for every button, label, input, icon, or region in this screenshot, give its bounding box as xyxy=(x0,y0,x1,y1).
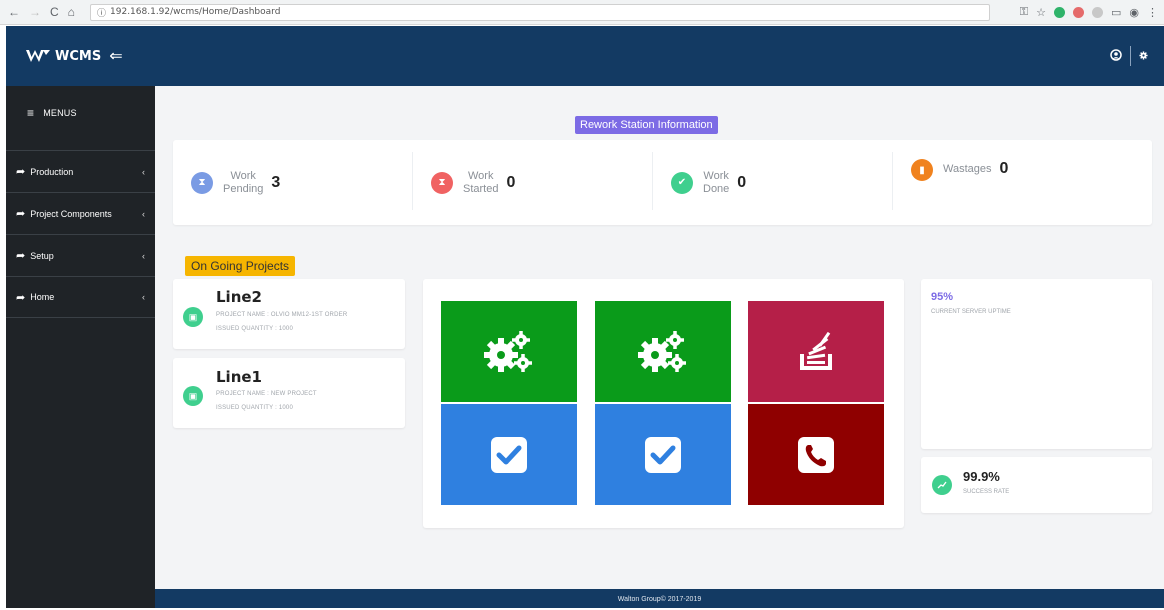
tile-phone[interactable] xyxy=(748,404,884,505)
app-logo[interactable]: WCMS xyxy=(26,49,101,64)
gears-icon xyxy=(638,330,686,372)
server-uptime-card: 95% CURRENT SERVER UPTIME xyxy=(921,279,1152,449)
stat-value: 0 xyxy=(737,173,747,191)
checkbox-icon xyxy=(645,436,681,473)
menus-header: ≡ MENUS xyxy=(6,86,155,140)
header-actions xyxy=(1110,46,1148,66)
rework-stats-panel: ⧗ Work Pending 3 ⧗ Work Started 0 ✔ Work Do… xyxy=(173,140,1152,225)
gears-icon xyxy=(484,330,532,372)
app-header: WCMS ⇐ xyxy=(6,26,1164,86)
stat-label: Work Done xyxy=(703,169,730,195)
uptime-label: CURRENT SERVER UPTIME xyxy=(931,309,1011,315)
project-line-name: Line1 xyxy=(216,368,262,386)
account-icon[interactable]: ◉ xyxy=(1129,6,1139,19)
menus-label: MENUS xyxy=(43,108,77,118)
chevron-left-icon: ‹ xyxy=(142,292,145,302)
project-card-line2[interactable]: ▣ Line2 PROJECT NAME : OLVIO MM12-1ST OR… xyxy=(173,279,405,349)
phone-icon xyxy=(798,436,834,473)
key-icon[interactable]: ⚿ xyxy=(1020,6,1028,19)
tile-stack[interactable] xyxy=(748,301,884,402)
check-icon: ✔ xyxy=(671,171,693,194)
forward-icon[interactable]: → xyxy=(29,5,41,19)
more-icon[interactable]: ⋮ xyxy=(1147,6,1158,19)
extension-icon[interactable] xyxy=(1091,6,1103,18)
stat-work-done: ✔ Work Done 0 xyxy=(653,140,893,225)
share-arrow-icon: ➦ xyxy=(16,166,26,178)
success-value: 99.9% xyxy=(963,469,1000,484)
issued-quantity-text: ISSUED QUANTITY : 1000 xyxy=(216,405,293,411)
tile-check-1[interactable] xyxy=(441,404,577,505)
extension-icon[interactable] xyxy=(1072,6,1084,18)
stack-icon xyxy=(800,331,832,370)
tile-check-2[interactable] xyxy=(595,404,731,505)
address-bar[interactable]: ⓘ 192.168.1.92/wcms/Home/Dashboard xyxy=(90,3,990,21)
share-arrow-icon: ➦ xyxy=(16,250,26,262)
share-arrow-icon: ➦ xyxy=(16,208,26,220)
stat-work-pending: ⧗ Work Pending 3 xyxy=(173,140,413,225)
stat-work-started: ⧗ Work Started 0 xyxy=(413,140,653,225)
project-line-name: Line2 xyxy=(216,288,262,306)
reload-icon[interactable]: C xyxy=(50,5,59,19)
tile-gears-2[interactable] xyxy=(595,301,731,402)
stat-value: 0 xyxy=(506,173,516,191)
project-card-line1[interactable]: ▣ Line1 PROJECT NAME : NEW PROJECT ISSUE… xyxy=(173,358,405,428)
uptime-value: 95% xyxy=(931,291,954,303)
ongoing-projects-title: On Going Projects xyxy=(185,256,296,276)
stat-label: Work Pending xyxy=(223,169,264,195)
gear-icon[interactable] xyxy=(1139,49,1148,63)
url-text: 192.168.1.92/wcms/Home/Dashboard xyxy=(110,7,281,17)
walton-logo-icon xyxy=(26,50,50,62)
tile-gears-1[interactable] xyxy=(441,301,577,402)
main-content: Rework Station Information ⧗ Work Pending… xyxy=(155,86,1164,589)
trash-icon: ▮ xyxy=(911,159,933,181)
sidebar-item-project-components[interactable]: ➦ Project Components ‹ xyxy=(6,192,155,234)
success-rate-card: 99.9% SUCCESS RATE xyxy=(921,457,1152,513)
menu-icon: ≡ xyxy=(27,106,35,120)
footer: Walton Group© 2017-2019 xyxy=(155,589,1164,608)
success-label: SUCCESS RATE xyxy=(963,489,1010,495)
header-divider xyxy=(1130,46,1131,66)
sidebar-item-home[interactable]: ➦ Home ‹ xyxy=(6,276,155,318)
stat-label: Wastages xyxy=(943,163,992,175)
sidebar-item-label: Production xyxy=(30,166,74,177)
user-icon[interactable] xyxy=(1110,48,1122,64)
star-icon[interactable]: ☆ xyxy=(1036,6,1046,19)
issued-quantity-text: ISSUED QUANTITY : 1000 xyxy=(216,326,293,332)
sidebar-item-label: Setup xyxy=(30,250,54,261)
chevron-left-icon: ‹ xyxy=(142,250,145,261)
project-name-text: PROJECT NAME : OLVIO MM12-1ST ORDER xyxy=(216,312,348,318)
stat-value: 3 xyxy=(271,173,281,191)
sidebar-item-label: Project Components xyxy=(30,208,112,219)
sidebar-item-setup[interactable]: ➦ Setup ‹ xyxy=(6,234,155,276)
section-title: Rework Station Information xyxy=(575,116,718,134)
chevron-left-icon: ‹ xyxy=(142,166,145,177)
share-arrow-icon: ➦ xyxy=(16,291,26,304)
checkbox-icon xyxy=(491,436,527,473)
app-name: WCMS xyxy=(55,48,102,64)
stat-value: 0 xyxy=(999,160,1009,177)
sidebar-item-label: Home xyxy=(30,292,55,302)
hourglass-icon: ⧗ xyxy=(431,171,453,194)
project-name-text: PROJECT NAME : NEW PROJECT xyxy=(216,391,317,397)
calendar-icon: ▣ xyxy=(183,386,203,406)
browser-nav: ← → C ⌂ xyxy=(8,5,88,19)
stat-label: Work Started xyxy=(463,169,499,195)
sidebar-toggle-icon[interactable]: ⇐ xyxy=(109,46,122,66)
info-icon[interactable]: ⓘ xyxy=(97,6,106,19)
sidebar: ≡ MENUS ➦ Production ‹ ➦ Project Compone… xyxy=(6,86,155,608)
back-icon[interactable]: ← xyxy=(8,5,20,19)
browser-toolbar: ← → C ⌂ ⓘ 192.168.1.92/wcms/Home/Dashboa… xyxy=(0,0,1164,25)
chevron-left-icon: ‹ xyxy=(142,208,145,219)
extension-icon[interactable] xyxy=(1053,6,1065,18)
home-icon[interactable]: ⌂ xyxy=(68,5,75,19)
cast-icon[interactable]: ▭ xyxy=(1111,6,1121,19)
browser-extensions: ⚿ ☆ ▭ ◉ ⋮ xyxy=(1020,6,1158,19)
stat-wastages: ▮ Wastages 0 xyxy=(893,140,1152,225)
calendar-icon: ▣ xyxy=(183,307,203,327)
hourglass-icon: ⧗ xyxy=(191,171,213,194)
trend-icon xyxy=(932,475,952,495)
tiles-panel xyxy=(423,279,904,528)
sidebar-item-production[interactable]: ➦ Production ‹ xyxy=(6,150,155,192)
